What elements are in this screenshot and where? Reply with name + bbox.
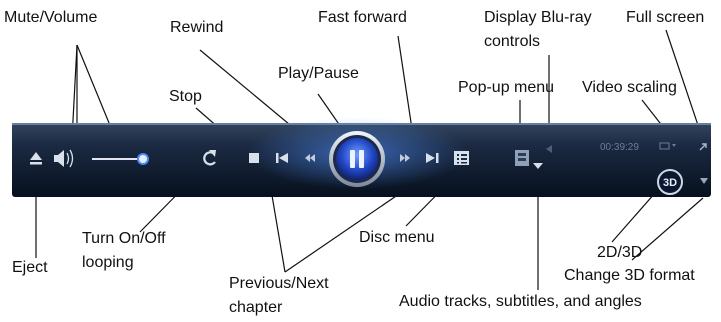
label-2d3d: 2D/3D <box>597 244 643 261</box>
leader-change-3d-format <box>631 197 704 261</box>
label-video-scaling: Video scaling <box>582 79 677 96</box>
label-turn-looping-1: Turn On/Off <box>82 230 166 247</box>
label-fast-forward: Fast forward <box>318 9 407 26</box>
play-pause-icon[interactable] <box>329 131 385 187</box>
disc-menu-icon[interactable] <box>454 151 469 165</box>
three-d-button[interactable]: 3D <box>657 169 683 195</box>
label-turn-looping-2: looping <box>82 254 134 271</box>
label-mute-volume: Mute/Volume <box>4 9 98 26</box>
three-d-label: 3D <box>663 177 677 189</box>
label-audio-tracks: Audio tracks, subtitles, and angles <box>399 293 642 310</box>
popup-menu-icon[interactable] <box>515 150 529 166</box>
label-disc-menu: Disc menu <box>359 229 435 246</box>
stop-icon[interactable] <box>249 153 259 163</box>
label-change-3d-format: Change 3D format <box>564 267 695 284</box>
label-rewind: Rewind <box>170 19 224 36</box>
label-display-bluray-2: controls <box>484 33 541 50</box>
label-display-bluray-1: Display Blu-ray <box>484 9 592 26</box>
label-popup-menu: Pop-up menu <box>458 79 555 96</box>
label-play-pause: Play/Pause <box>278 65 359 82</box>
player-control-bar: 00:39:29 3D <box>12 117 711 197</box>
label-stop: Stop <box>169 88 202 105</box>
label-eject: Eject <box>12 259 48 276</box>
label-prev-next-1: Previous/Next <box>229 275 329 292</box>
label-full-screen: Full screen <box>626 9 705 26</box>
time-display: 00:39:29 <box>600 142 639 153</box>
label-prev-next-2: chapter <box>229 299 283 316</box>
